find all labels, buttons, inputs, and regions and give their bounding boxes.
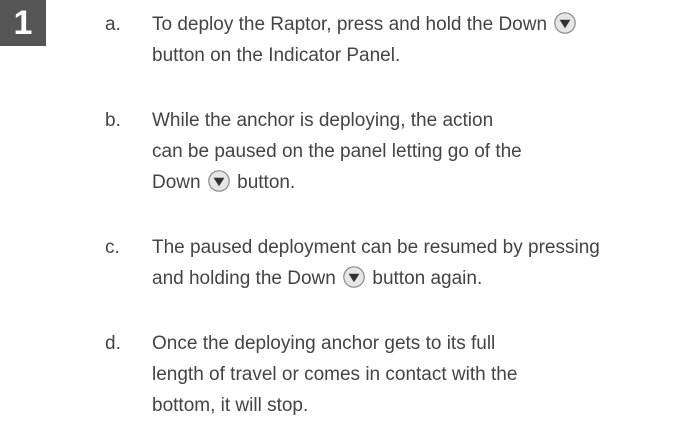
text-line: Down button. (152, 167, 687, 198)
down-arrow-button-icon (208, 170, 230, 192)
item-text: The paused deployment can be resumed by … (152, 232, 687, 294)
text-fragment: and holding the Down (152, 268, 336, 289)
step-number-badge: 1 (0, 0, 46, 46)
down-arrow-button-icon (554, 12, 577, 34)
item-text: To deploy the Raptor, press and hold the… (152, 9, 687, 71)
item-text: Once the deploying anchor gets to its fu… (152, 328, 687, 421)
text-line: and holding the Down button again. (152, 263, 687, 294)
text-line: The paused deployment can be resumed by … (152, 237, 600, 258)
item-letter: d. (105, 333, 121, 354)
text-line: length of travel or comes in contact wit… (152, 364, 518, 385)
item-letter: b. (105, 110, 121, 131)
item-letter: a. (105, 14, 121, 35)
text-fragment: button. (237, 172, 296, 193)
text-line: bottom, it will stop. (152, 395, 309, 416)
text-fragment: To deploy the Raptor, press and hold the… (152, 14, 548, 35)
text-fragment: button again. (372, 268, 483, 289)
text-line: button on the Indicator Panel. (152, 45, 401, 66)
item-letter: c. (105, 237, 120, 258)
item-text: While the anchor is deploying, the actio… (152, 105, 687, 198)
down-arrow-button-icon (343, 266, 365, 288)
text-line: can be paused on the panel letting go of… (152, 141, 522, 162)
text-line: Once the deploying anchor gets to its fu… (152, 333, 496, 354)
text-fragment: Down (152, 172, 201, 193)
text-line: While the anchor is deploying, the actio… (152, 110, 494, 131)
text-line: To deploy the Raptor, press and hold the… (152, 9, 687, 40)
